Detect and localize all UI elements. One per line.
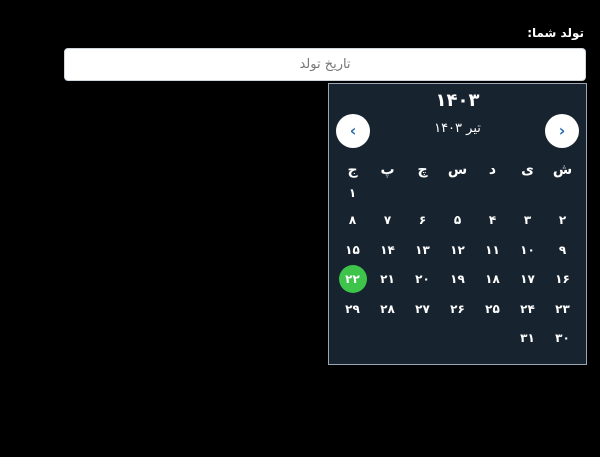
day-cell[interactable]: ۱۶ [545, 265, 580, 295]
week-row: ۳۰ ۳۱ [335, 324, 580, 354]
week-row: ۱ [335, 184, 580, 206]
day-cell[interactable]: ۲۴ [510, 295, 545, 325]
day-cell[interactable]: ۱۰ [510, 236, 545, 266]
day-cell[interactable]: ۲۶ [440, 295, 475, 325]
day-cell[interactable]: ۳۰ [545, 324, 580, 354]
calendar-year[interactable]: ۱۴۰۳ [329, 90, 586, 111]
day-cell[interactable]: ۲۵ [475, 295, 510, 325]
week-row: ۲ ۳ ۴ ۵ ۶ ۷ ۸ [335, 206, 580, 236]
page: تولد شما: ۱۴۰۳ ‹ تیر ۱۴۰۳ › ش ی د س چ پ … [0, 0, 600, 457]
day-cell[interactable]: ۶ [405, 206, 440, 236]
day-cell[interactable]: ۲۰ [405, 265, 440, 295]
day-cell-empty [370, 184, 405, 206]
day-cell[interactable]: ۲۳ [545, 295, 580, 325]
birth-date-input[interactable] [64, 48, 586, 81]
week-row: ۱۶ ۱۷ ۱۸ ۱۹ ۲۰ ۲۱ ۲۲ [335, 265, 580, 295]
day-cell[interactable]: ۱۴ [370, 236, 405, 266]
weekday-label: ی [521, 162, 534, 178]
week-row: ۲۳ ۲۴ ۲۵ ۲۶ ۲۷ ۲۸ ۲۹ [335, 295, 580, 325]
day-cell[interactable]: ۴ [475, 206, 510, 236]
week-row: ۹ ۱۰ ۱۱ ۱۲ ۱۳ ۱۴ ۱۵ [335, 236, 580, 266]
weekday-label: پ [380, 162, 395, 178]
calendar-grid: ش ی د س چ پ ج ۱ ۲ ۳ ۴ ۵ ۶ ۷ ۸ ۹ ۱۰ ۱۱ ۱۲… [335, 156, 580, 354]
day-cell-empty [405, 324, 440, 354]
weekday-label: ش [552, 162, 573, 178]
day-cell[interactable]: ۱۹ [440, 265, 475, 295]
day-cell-empty [370, 324, 405, 354]
day-cell[interactable]: ۲۱ [370, 265, 405, 295]
day-cell-empty [545, 184, 580, 206]
day-cell-empty [440, 324, 475, 354]
day-cell-empty [510, 184, 545, 206]
prev-month-button[interactable]: › [336, 114, 370, 148]
weekday-label: س [447, 162, 468, 178]
day-cell[interactable]: ۱ [335, 184, 370, 206]
day-cell-empty [440, 184, 475, 206]
day-cell[interactable]: ۲۹ [335, 295, 370, 325]
day-cell[interactable]: ۱۱ [475, 236, 510, 266]
day-cell-selected[interactable]: ۲۲ [335, 265, 370, 295]
day-cell[interactable]: ۸ [335, 206, 370, 236]
day-cell-empty [475, 324, 510, 354]
day-cell[interactable]: ۵ [440, 206, 475, 236]
day-cell[interactable]: ۲۸ [370, 295, 405, 325]
datepicker-popup: ۱۴۰۳ ‹ تیر ۱۴۰۳ › ش ی د س چ پ ج ۱ ۲ ۳ ۴ … [328, 83, 587, 365]
day-cell[interactable]: ۱۷ [510, 265, 545, 295]
chevron-right-icon: › [349, 121, 357, 140]
day-cell[interactable]: ۳۱ [510, 324, 545, 354]
day-cell-empty [475, 184, 510, 206]
day-cell[interactable]: ۹ [545, 236, 580, 266]
weekday-label: ج [347, 162, 358, 178]
day-cell[interactable]: ۱۲ [440, 236, 475, 266]
day-cell[interactable]: ۱۳ [405, 236, 440, 266]
weekday-label: د [488, 162, 497, 178]
day-cell[interactable]: ۲۷ [405, 295, 440, 325]
birth-date-label: تولد شما: [527, 26, 584, 40]
day-cell[interactable]: ۳ [510, 206, 545, 236]
weekday-header: ش ی د س چ پ ج [335, 156, 580, 184]
selected-day-label: ۲۲ [338, 265, 367, 293]
day-cell[interactable]: ۷ [370, 206, 405, 236]
day-cell-empty [405, 184, 440, 206]
weekday-label: چ [417, 162, 428, 178]
day-cell[interactable]: ۲ [545, 206, 580, 236]
day-cell-empty [335, 324, 370, 354]
day-cell[interactable]: ۱۵ [335, 236, 370, 266]
day-cell[interactable]: ۱۸ [475, 265, 510, 295]
